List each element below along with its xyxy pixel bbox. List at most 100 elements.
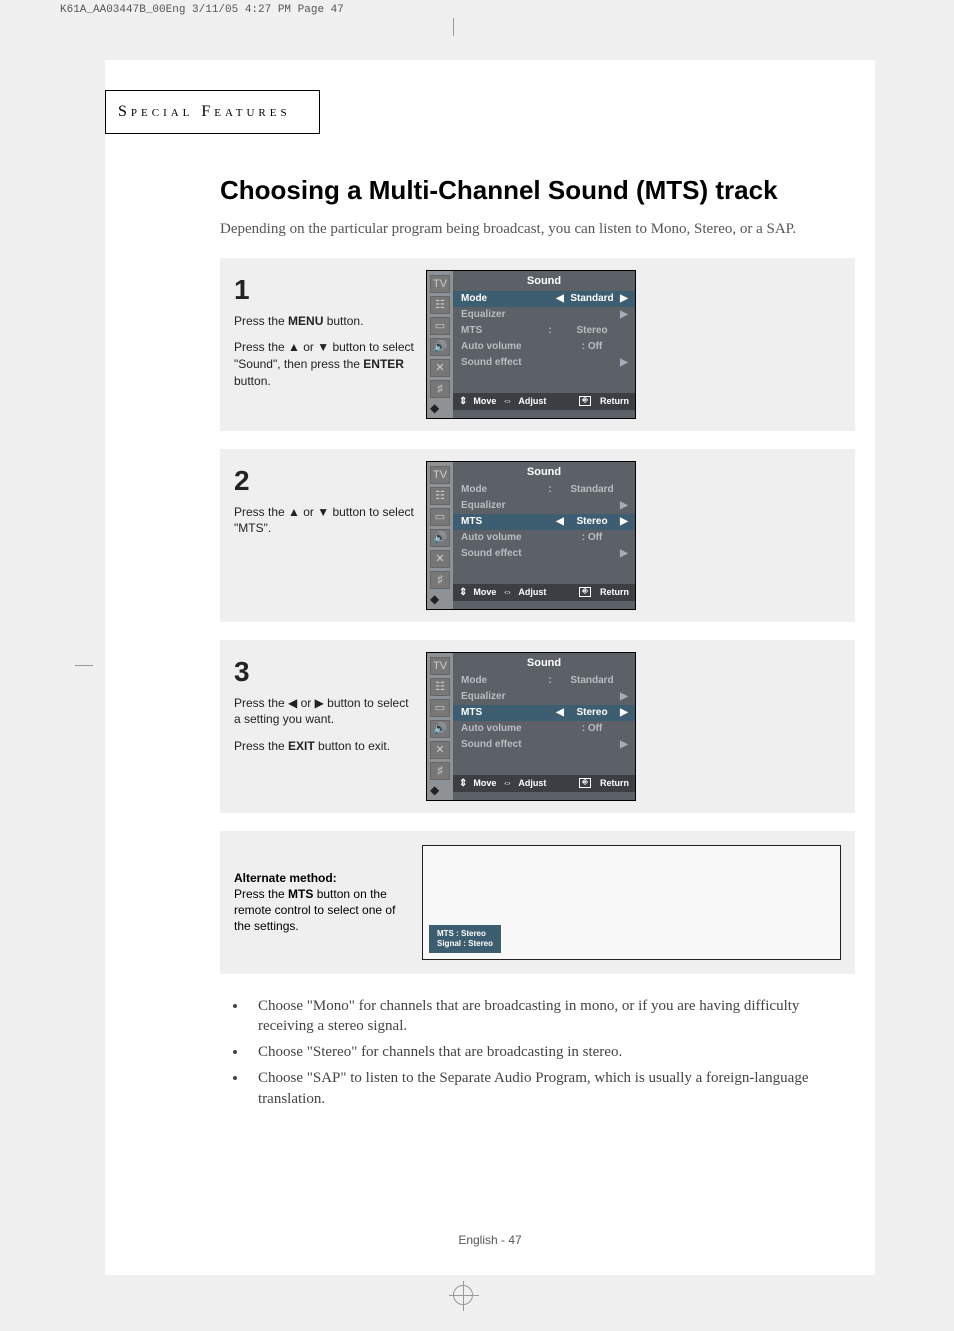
osd-row: Equalizer▶ xyxy=(453,498,635,514)
alt-body-pre: Press the xyxy=(234,887,288,901)
print-header: K61A_AA03447B_00Eng 3/11/05 4:27 PM Page… xyxy=(60,4,344,16)
adjust-label: Adjust xyxy=(518,778,546,788)
osd-row-value: Stereo xyxy=(565,707,619,718)
move-label: Move xyxy=(473,396,496,406)
return-icon: ⎆ xyxy=(579,778,591,788)
note-item: Choose "SAP" to listen to the Separate A… xyxy=(248,1068,855,1109)
updown-icon: ◆ xyxy=(430,401,450,415)
osd-row: MTS◀Stereo▶ xyxy=(453,514,635,530)
left-arrow-icon: ◀ xyxy=(555,707,565,718)
right-arrow-icon: ▶ xyxy=(619,691,629,702)
step-text: 1Press the MENU button.Press the ▲ or ▼ … xyxy=(234,270,414,400)
osd-row-label: Mode xyxy=(461,484,545,495)
osd-row: Auto volume : Off xyxy=(453,530,635,546)
osd-title: Sound xyxy=(453,653,635,673)
right-arrow-icon: ▶ xyxy=(619,500,629,511)
osd-category-icon: ♯ xyxy=(430,762,450,780)
return-label: Return xyxy=(600,778,629,788)
osd-category-icon: ✕ xyxy=(430,550,450,568)
alt-body-bold: MTS xyxy=(288,887,313,901)
osd-category-icon: TV xyxy=(430,466,450,484)
osd-row-label: MTS xyxy=(461,707,545,718)
osd-row: Mode◀Standard▶ xyxy=(453,291,635,307)
right-arrow-icon: ▶ xyxy=(619,516,629,527)
osd-row-label: MTS xyxy=(461,516,545,527)
osd-row-label: Auto volume xyxy=(461,532,545,543)
osd-category-icon: 🔊 xyxy=(430,529,450,547)
osd-row: Sound effect▶ xyxy=(453,737,635,753)
osd-row-label: Sound effect xyxy=(461,548,545,559)
osd-category-icon: ☷ xyxy=(430,487,450,505)
step-instruction: Press the EXIT button to exit. xyxy=(234,738,414,755)
osd-row: MTS: Stereo xyxy=(453,323,635,339)
osd-row: Sound effect▶ xyxy=(453,355,635,371)
step-number: 1 xyxy=(234,270,414,309)
osd-row-value: Standard xyxy=(565,293,619,304)
right-arrow-icon: ▶ xyxy=(619,707,629,718)
osd-row: Equalizer▶ xyxy=(453,689,635,705)
adjust-label: Adjust xyxy=(518,396,546,406)
adjust-icon: ⇔ xyxy=(502,778,512,789)
osd-row: Mode:Standard xyxy=(453,673,635,689)
step-text: 2Press the ▲ or ▼ button to select "MTS"… xyxy=(234,461,414,548)
osd-menu: TV☷▭🔊✕♯◆SoundMode:StandardEqualizer▶MTS◀… xyxy=(426,461,636,610)
osd-row: MTS ◀Stereo▶ xyxy=(453,705,635,721)
move-label: Move xyxy=(473,587,496,597)
osd-category-icon: ☷ xyxy=(430,296,450,314)
osd-category-icon: TV xyxy=(430,275,450,293)
osd-menu: TV☷▭🔊✕♯◆SoundMode◀Standard▶Equalizer▶MTS… xyxy=(426,270,636,419)
return-label: Return xyxy=(600,587,629,597)
alt-label-line1: MTS : Stereo xyxy=(437,929,493,939)
osd-icon-column: TV☷▭🔊✕♯◆ xyxy=(427,271,453,418)
note-item: Choose "Mono" for channels that are broa… xyxy=(248,996,855,1037)
osd-row-label: Sound effect xyxy=(461,739,545,750)
osd-row-label: MTS xyxy=(461,325,545,336)
osd-row-value: : Off xyxy=(565,532,619,543)
left-arrow-icon: ◀ xyxy=(555,516,565,527)
osd-category-icon: TV xyxy=(430,657,450,675)
osd-category-icon: ✕ xyxy=(430,359,450,377)
osd-category-icon: ♯ xyxy=(430,380,450,398)
osd-row: Equalizer ▶ xyxy=(453,307,635,323)
right-arrow-icon: ▶ xyxy=(619,309,629,320)
osd-category-icon: 🔊 xyxy=(430,338,450,356)
notes-list: Choose "Mono" for channels that are broa… xyxy=(220,996,855,1109)
osd-row-colon: : xyxy=(545,484,555,495)
osd-row-colon: : xyxy=(545,675,555,686)
osd-row-label: Equalizer xyxy=(461,309,545,320)
osd-title: Sound xyxy=(453,462,635,482)
osd-row-label: Auto volume xyxy=(461,341,545,352)
alternate-method-text: Alternate method: Press the MTS button o… xyxy=(234,870,404,935)
alt-screen: MTS : Stereo Signal : Stereo xyxy=(422,845,841,960)
right-arrow-icon: ▶ xyxy=(619,548,629,559)
step-row: 3Press the ◀ or ▶ button to select a set… xyxy=(220,640,855,813)
intro-text: Depending on the particular program bein… xyxy=(220,220,855,240)
osd-category-icon: ♯ xyxy=(430,571,450,589)
osd-row-colon: : xyxy=(545,325,555,336)
osd-row-label: Auto volume xyxy=(461,723,545,734)
osd-row: Auto volume : Off xyxy=(453,721,635,737)
left-arrow-icon: ◀ xyxy=(555,293,565,304)
osd-title: Sound xyxy=(453,271,635,291)
osd-category-icon: ▭ xyxy=(430,508,450,526)
osd-row-value: : Off xyxy=(565,723,619,734)
move-icon: ⇕ xyxy=(459,587,467,598)
osd-row: Sound effect ▶ xyxy=(453,546,635,562)
page: Special Features Choosing a Multi-Channe… xyxy=(105,60,875,1275)
osd-category-icon: 🔊 xyxy=(430,720,450,738)
osd-row-value: Stereo xyxy=(565,325,619,336)
osd-icon-column: TV☷▭🔊✕♯◆ xyxy=(427,653,453,800)
adjust-label: Adjust xyxy=(518,587,546,597)
step-text: 3Press the ◀ or ▶ button to select a set… xyxy=(234,652,414,766)
alt-screen-label: MTS : Stereo Signal : Stereo xyxy=(429,925,501,952)
right-arrow-icon: ▶ xyxy=(619,357,629,368)
adjust-icon: ⇔ xyxy=(502,587,512,598)
return-label: Return xyxy=(600,396,629,406)
step-instruction: Press the ▲ or ▼ button to select "MTS". xyxy=(234,504,414,538)
osd-body: SoundMode◀Standard▶ Equalizer ▶ MTS: Stereo A… xyxy=(453,271,635,418)
section-label: Special Features xyxy=(105,90,320,134)
alt-label-line2: Signal : Stereo xyxy=(437,939,493,949)
step-number: 3 xyxy=(234,652,414,691)
move-label: Move xyxy=(473,778,496,788)
osd-footer: ⇕Move⇔Adjust⎆Return xyxy=(453,775,635,792)
